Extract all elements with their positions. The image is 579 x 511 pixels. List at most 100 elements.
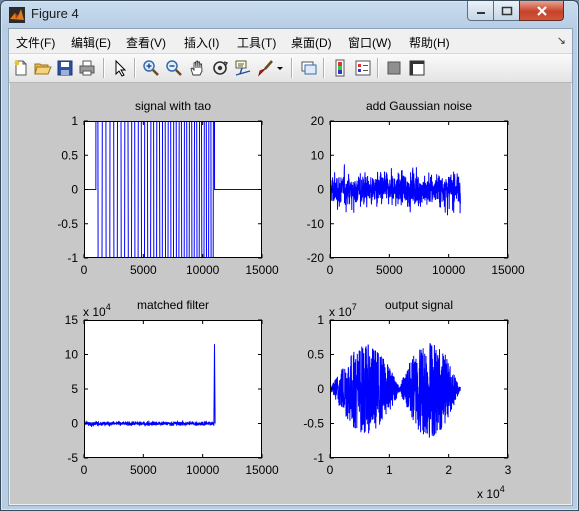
- show-plot-tools-button[interactable]: [408, 59, 426, 77]
- open-file-button[interactable]: [34, 59, 52, 77]
- exponent-power: 4: [106, 302, 111, 312]
- menubar-dock-arrow-icon[interactable]: ↘: [557, 34, 566, 47]
- plot-title: add Gaussian noise: [366, 99, 472, 113]
- colorbar-button[interactable]: [331, 59, 349, 77]
- brush-icon: [258, 60, 273, 77]
- y-tick-label: -0.5: [303, 417, 324, 431]
- plot-title: signal with tao: [135, 99, 211, 113]
- y-tick-label: 15: [65, 313, 79, 327]
- plot-area[interactable]: [84, 320, 262, 458]
- zoom-out-icon: [166, 60, 182, 76]
- y-tick-label: 1: [71, 114, 78, 128]
- y-tick-label: 0.5: [61, 148, 78, 162]
- subplot-grid: 0 5000 10000 15000-1-0.500.51signal with ta…: [57, 99, 525, 501]
- exponent-base: x 10: [477, 487, 500, 501]
- x-tick-label: 10000: [186, 463, 220, 477]
- y-tick-label: -1: [313, 451, 324, 465]
- x-tick-label: 0: [81, 263, 88, 277]
- new-figure-button[interactable]: [12, 59, 30, 77]
- link-plot-button[interactable]: [300, 59, 318, 77]
- matlab-icon: [9, 7, 25, 23]
- y-tick-label: 10: [311, 148, 325, 162]
- y-tick-label: -10: [307, 217, 325, 231]
- plot-title: matched filter: [137, 298, 209, 312]
- menu-insert[interactable]: 插入(I): [184, 34, 219, 51]
- x-tick-label: 0: [81, 463, 88, 477]
- new-figure-icon: [14, 60, 27, 76]
- y-tick-label: -0.5: [57, 217, 78, 231]
- y-tick-label: 0.5: [307, 348, 324, 362]
- menu-desktop[interactable]: 桌面(D): [291, 34, 332, 51]
- y-exponent-label: x 104: [83, 302, 111, 319]
- save-button[interactable]: [56, 59, 74, 77]
- x-tick-label: 15000: [245, 263, 279, 277]
- exponent-base: x 10: [83, 305, 106, 319]
- x-tick-label: 15000: [245, 463, 279, 477]
- x-tick-label: 1: [386, 463, 393, 477]
- rotate-3d-icon: [213, 61, 229, 75]
- x-tick-label: 5000: [130, 463, 157, 477]
- chevron-down-icon: [277, 67, 283, 70]
- hide-plot-tools-button[interactable]: [385, 59, 403, 77]
- figure-toolbar: [9, 53, 572, 83]
- y-tick-label: 10: [65, 348, 79, 362]
- x-tick-label: 2: [445, 463, 452, 477]
- data-cursor-button[interactable]: [234, 59, 252, 77]
- save-icon: [57, 60, 73, 76]
- zoom-out-button[interactable]: [165, 59, 183, 77]
- close-button[interactable]: [519, 1, 564, 21]
- y-tick-label: 5: [71, 382, 78, 396]
- toolbar-separator: [291, 58, 293, 78]
- print-icon: [79, 60, 95, 76]
- menu-bar: 文件(F) 编辑(E) 查看(V) 插入(I) 工具(T) 桌面(D) 窗口(W…: [9, 29, 572, 53]
- figure-client: 文件(F) 编辑(E) 查看(V) 插入(I) 工具(T) 桌面(D) 窗口(W…: [8, 28, 573, 506]
- x-tick-label: 0: [327, 463, 334, 477]
- x-tick-label: 0: [327, 263, 334, 277]
- y-exponent-label: x 107: [329, 302, 357, 319]
- edit-arrow-icon: [115, 59, 127, 77]
- subplot-axes-4: 0 1 2 3-1-0.500.51output signalx 107x 104: [303, 298, 511, 501]
- y-tick-label: 0: [71, 417, 78, 431]
- x-tick-label: 3: [505, 463, 512, 477]
- y-tick-label: 20: [311, 114, 325, 128]
- menu-file[interactable]: 文件(F): [16, 34, 55, 51]
- menu-window[interactable]: 窗口(W): [348, 34, 391, 51]
- x-exponent-label: x 104: [477, 484, 505, 501]
- minimize-button[interactable]: [467, 1, 494, 21]
- subplot-axes-3: 0 5000 10000 15000-5051015matched filterx 1…: [65, 298, 279, 477]
- maximize-button[interactable]: [493, 1, 520, 21]
- title-bar[interactable]: Figure 4: [1, 1, 578, 27]
- exponent-power: 4: [500, 484, 505, 494]
- y-tick-label: -1: [67, 251, 78, 265]
- menu-view[interactable]: 查看(V): [126, 34, 166, 51]
- rotate-3d-button[interactable]: [211, 59, 229, 77]
- toolbar-separator: [103, 58, 105, 78]
- exponent-power: 7: [352, 302, 357, 312]
- zoom-in-button[interactable]: [142, 59, 160, 77]
- pan-button[interactable]: [188, 59, 206, 77]
- edit-plot-button[interactable]: [111, 59, 129, 77]
- zoom-in-icon: [143, 60, 159, 76]
- x-tick-label: 5000: [376, 263, 403, 277]
- close-icon: [536, 5, 547, 16]
- data-cursor-icon: [235, 60, 251, 76]
- maximize-icon: [501, 6, 512, 15]
- x-tick-label: 15000: [491, 263, 525, 277]
- hide-plot-tools-icon: [387, 61, 401, 75]
- link-plot-icon: [301, 61, 317, 75]
- menu-edit[interactable]: 编辑(E): [71, 34, 111, 51]
- open-file-icon: [34, 63, 52, 75]
- print-button[interactable]: [78, 59, 96, 77]
- legend-button[interactable]: [354, 59, 372, 77]
- figure-canvas[interactable]: 0 5000 10000 15000 -1 -0.5 0 0.5 1 signal with ta…: [10, 83, 571, 504]
- menu-help[interactable]: 帮助(H): [409, 34, 450, 51]
- toolbar-separator: [323, 58, 325, 78]
- menu-tools[interactable]: 工具(T): [237, 34, 276, 51]
- pan-hand-icon: [190, 60, 203, 76]
- y-tick-label: -20: [307, 251, 325, 265]
- brush-dropdown[interactable]: [276, 59, 284, 77]
- brush-button[interactable]: [257, 59, 275, 77]
- y-tick-label: -5: [67, 451, 78, 465]
- x-tick-label: 5000: [130, 263, 157, 277]
- subplot-axes-1: 0 5000 10000 15000 -1 -0.5 0 0.5 1 signal with ta…: [57, 99, 279, 277]
